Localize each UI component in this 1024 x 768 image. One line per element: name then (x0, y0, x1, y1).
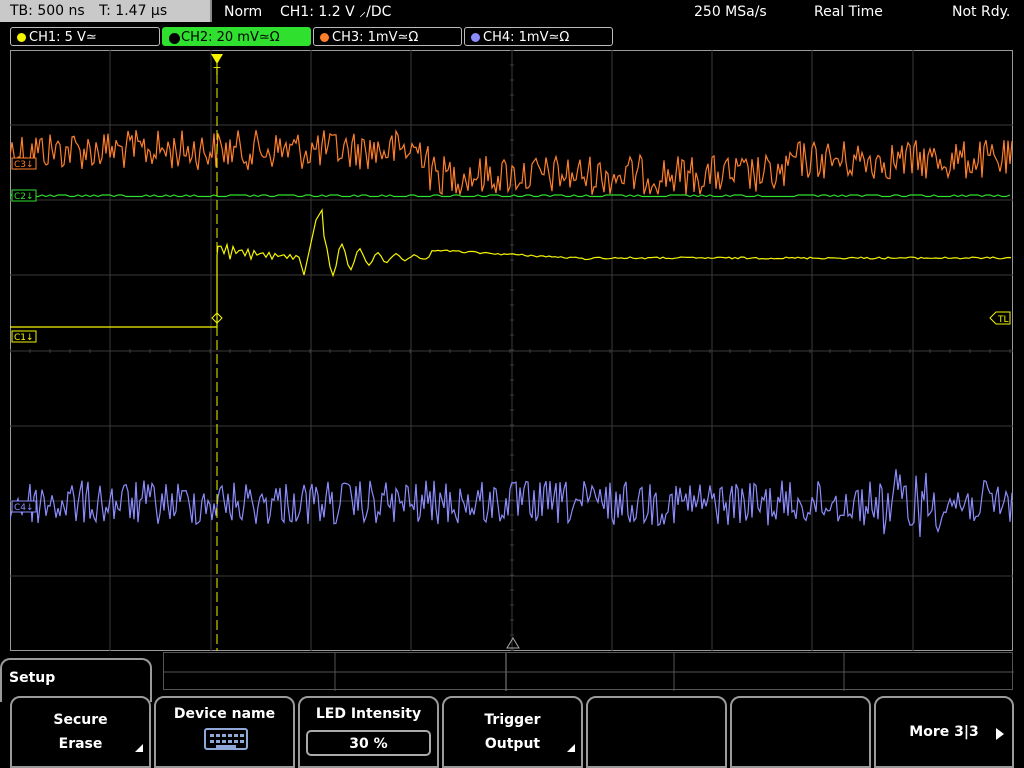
channel-tab-label: CH3: 1mV≃Ω (332, 30, 419, 45)
keyboard-icon (204, 728, 248, 750)
ch3-dot-icon (320, 33, 329, 42)
ch4-dot-icon (471, 33, 480, 42)
device-name-label: Device name (173, 706, 276, 722)
empty-softkey-5[interactable] (586, 696, 727, 768)
led-intensity-label: LED Intensity (315, 706, 422, 722)
message-bar-grid (164, 653, 1014, 691)
channel-tab-ch1[interactable]: CH1: 5 V≃ (10, 27, 160, 46)
channel-tab-ch3[interactable]: CH3: 1mV≃Ω (313, 27, 462, 46)
more-button[interactable]: More 3|3 (874, 696, 1014, 768)
trigger-marker-label: T (213, 65, 221, 78)
device-name-button[interactable]: Device name (154, 696, 295, 768)
trigger-mode[interactable]: Norm (224, 0, 262, 24)
ch4-ground-label: C4↓ (14, 503, 34, 513)
message-bar (163, 652, 1014, 691)
ch1-dot-icon (17, 33, 26, 42)
secure-erase-label-2: Erase (58, 736, 103, 752)
trigger-output-label-1: Trigger (484, 712, 541, 728)
status-text: Not Rdy. (952, 4, 1011, 20)
trigger-output-label-2: Output (484, 736, 541, 752)
next-page-arrow-icon (996, 728, 1004, 740)
channel-tab-label: CH2: 20 mV≃Ω (181, 30, 280, 45)
secure-erase-button[interactable]: Secure Erase (10, 696, 151, 768)
channel-tab-label: CH4: 1mV≃Ω (483, 30, 570, 45)
channel-tab-label: CH1: 5 V≃ (29, 30, 97, 45)
ch1-ground-label: C1↓ (14, 333, 34, 343)
channel-tab-ch2[interactable]: CH2: 20 mV≃Ω (162, 27, 311, 46)
channel-tab-ch4[interactable]: CH4: 1mV≃Ω (464, 27, 613, 46)
led-intensity-value[interactable]: 30 % (306, 730, 431, 756)
trigger-level-label: TL (997, 315, 1009, 325)
acquisition-mode: Real Time (814, 4, 883, 20)
timebase-value: TB: 500 ns (10, 3, 85, 19)
submenu-corner-icon (567, 744, 575, 752)
more-label: More 3|3 (909, 724, 979, 740)
trigger-info[interactable]: CH1: 1.2 V ⸝/DC (280, 0, 391, 24)
secure-erase-label-1: Secure (53, 712, 108, 728)
led-intensity-button[interactable]: LED Intensity 30 % (298, 696, 439, 768)
waveform-svg: T C3↓ C2↓ C1↓ C4↓ TL (9, 49, 1013, 651)
trigger-time-value: T: 1.47 µs (99, 3, 168, 19)
submenu-corner-icon (135, 744, 143, 752)
waveform-display[interactable]: T C3↓ C2↓ C1↓ C4↓ TL (9, 49, 1013, 651)
ch3-ground-label: C3↓ (14, 160, 34, 170)
top-status-bar: TB: 500 ns T: 1.47 µs Norm CH1: 1.2 V ⸝/… (0, 0, 1024, 24)
ch2-dot-icon (169, 33, 180, 44)
menu-title: Setup (9, 670, 56, 686)
sample-rate: 250 MSa/s (694, 4, 767, 20)
timebase-box[interactable]: TB: 500 ns T: 1.47 µs (0, 0, 212, 22)
trigger-output-button[interactable]: Trigger Output (442, 696, 583, 768)
empty-softkey-6[interactable] (730, 696, 871, 768)
ch2-ground-label: C2↓ (14, 192, 34, 202)
